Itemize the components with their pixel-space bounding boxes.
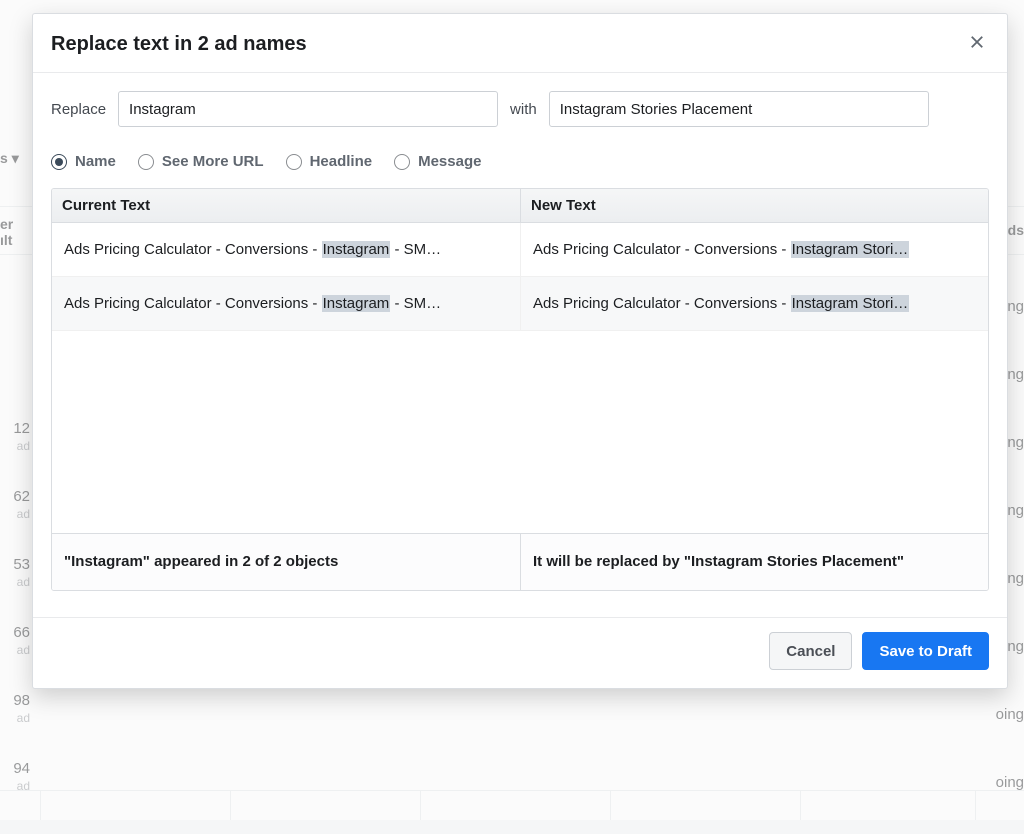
radio-name-label: Name [75,153,116,170]
find-replace-row: Replace with [51,91,989,127]
cancel-button[interactable]: Cancel [769,632,852,670]
current-text-cell: Ads Pricing Calculator - Conversions - I… [52,223,520,276]
comparison-table: Current Text New Text Ads Pricing Calcul… [51,188,989,591]
replace-text-dialog: Replace text in 2 ad names Replace with … [32,13,1008,689]
find-input[interactable] [118,91,498,127]
col-current-header: Current Text [52,189,520,222]
table-row: Ads Pricing Calculator - Conversions - I… [52,223,988,277]
col-new-header: New Text [520,189,988,222]
replace-input[interactable] [549,91,929,127]
radio-see-more-url[interactable]: See More URL [138,153,264,170]
table-footer: "Instagram" appeared in 2 of 2 objects I… [52,533,988,590]
radio-dot-icon [138,154,154,170]
radio-name[interactable]: Name [51,153,116,170]
dialog-title: Replace text in 2 ad names [51,33,307,56]
replace-label: Replace [51,101,106,118]
radio-dot-icon [286,154,302,170]
current-text-cell: Ads Pricing Calculator - Conversions - I… [52,277,520,330]
table-row: Ads Pricing Calculator - Conversions - I… [52,277,988,331]
with-label: with [510,101,537,118]
close-icon [968,33,986,56]
save-to-draft-button[interactable]: Save to Draft [862,632,989,670]
footer-summary-right: It will be replaced by "Instagram Storie… [520,534,988,590]
radio-headline-label: Headline [310,153,373,170]
field-radio-group: Name See More URL Headline Message [51,153,989,170]
radio-headline[interactable]: Headline [286,153,373,170]
close-button[interactable] [965,32,989,56]
radio-dot-icon [394,154,410,170]
dialog-footer: Cancel Save to Draft [33,617,1007,688]
new-text-cell: Ads Pricing Calculator - Conversions - I… [520,277,988,330]
radio-message[interactable]: Message [394,153,481,170]
footer-summary-left: "Instagram" appeared in 2 of 2 objects [52,534,520,590]
radio-message-label: Message [418,153,481,170]
radio-dot-icon [51,154,67,170]
dialog-header: Replace text in 2 ad names [33,14,1007,73]
table-header: Current Text New Text [52,189,988,223]
radio-seemore-label: See More URL [162,153,264,170]
new-text-cell: Ads Pricing Calculator - Conversions - I… [520,223,988,276]
